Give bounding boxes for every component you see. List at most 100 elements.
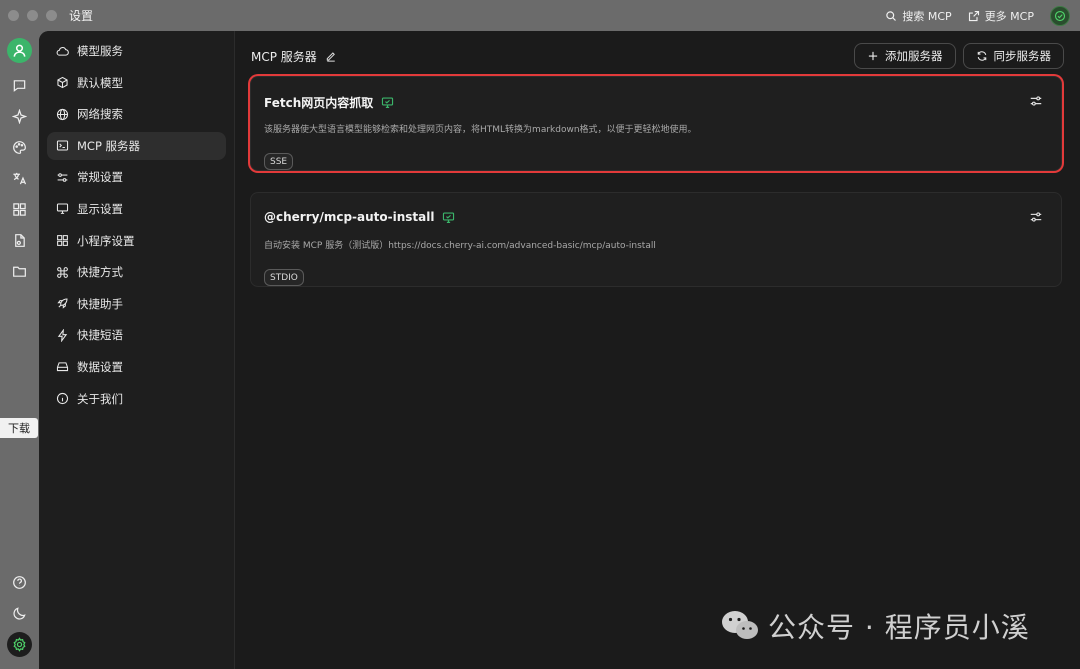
palette-icon <box>13 141 26 154</box>
settings-nav-button[interactable] <box>7 632 32 657</box>
nav-item-about-us[interactable]: 关于我们 <box>47 385 226 413</box>
folder-icon <box>13 266 26 277</box>
nav-item-label: 数据设置 <box>77 359 123 374</box>
more-mcp-button[interactable]: 更多 MCP <box>968 8 1034 24</box>
nav-item-display-settings[interactable]: 显示设置 <box>47 195 226 223</box>
help-icon <box>13 576 26 589</box>
server-name: @cherry/mcp-auto-install <box>264 210 435 224</box>
nav-item-label: 网络搜索 <box>77 107 123 122</box>
mcp-content-panel: MCP 服务器 添加服务器 同步服务器 Fetch网页内容抓取 该服务器使大型语… <box>235 31 1080 669</box>
translate-icon <box>13 172 27 185</box>
search-mcp-label: 搜索 MCP <box>902 9 952 23</box>
nav-item-miniapp-settings[interactable]: 小程序设置 <box>47 227 226 255</box>
nav-item-label: 小程序设置 <box>77 233 135 248</box>
nav-item-label: 显示设置 <box>77 201 123 216</box>
app-icon-bar: 下载 <box>0 31 39 669</box>
nav-item-default-model[interactable]: 默认模型 <box>47 69 226 97</box>
server-description: 自动安装 MCP 服务（测试版）https://docs.cherry-ai.c… <box>264 241 656 251</box>
help-button[interactable] <box>7 570 32 595</box>
chat-nav-button[interactable] <box>7 73 32 98</box>
nav-item-general-settings[interactable]: 常规设置 <box>47 163 226 191</box>
nav-item-quick-phrases[interactable]: 快捷短语 <box>47 321 226 349</box>
sync-servers-button[interactable]: 同步服务器 <box>962 43 1064 69</box>
sparkle-icon <box>12 109 27 124</box>
server-settings-icon[interactable] <box>1029 210 1043 224</box>
gear-icon <box>13 637 26 652</box>
nav-item-shortcuts[interactable]: 快捷方式 <box>47 258 226 286</box>
more-mcp-label: 更多 MCP <box>984 9 1034 23</box>
nav-item-data-settings[interactable]: 数据设置 <box>47 353 226 381</box>
rocket-icon <box>57 298 68 309</box>
nav-item-quick-assistant[interactable]: 快捷助手 <box>47 290 226 318</box>
plus-icon <box>868 51 878 61</box>
server-card-mcp-auto-install[interactable]: @cherry/mcp-auto-install 自动安装 MCP 服务（测试版… <box>250 192 1062 287</box>
grid-icon <box>57 235 68 246</box>
nav-item-label: MCP 服务器 <box>77 138 141 153</box>
page-title: MCP 服务器 <box>251 49 317 64</box>
bolt-icon <box>57 328 68 342</box>
mcp-status-button[interactable] <box>1050 5 1070 26</box>
minimize-window-button[interactable] <box>27 10 38 21</box>
server-active-icon <box>443 211 455 223</box>
terminal-icon <box>56 140 69 151</box>
nav-item-label: 快捷短语 <box>77 328 123 343</box>
check-circle-icon <box>1054 10 1066 21</box>
zoom-window-button[interactable] <box>46 10 57 21</box>
settings-sidebar: 模型服务 默认模型 网络搜索 MCP 服务器 常规设置 显示设置 小程序设置 快… <box>39 31 235 669</box>
server-name: Fetch网页内容抓取 <box>264 96 374 110</box>
server-active-icon <box>382 97 394 108</box>
nav-item-label: 默认模型 <box>77 75 123 90</box>
nav-item-label: 模型服务 <box>77 44 123 58</box>
watermark: 公众号 · 程序员小溪 <box>720 606 1030 646</box>
cube-icon <box>57 76 68 89</box>
refresh-icon <box>977 51 986 61</box>
server-card-fetch[interactable]: Fetch网页内容抓取 该服务器使大型语言模型能够检索和处理网页内容，将HTML… <box>250 76 1062 171</box>
grid-icon <box>13 203 26 216</box>
cloud-icon <box>56 46 69 56</box>
globe-icon <box>56 108 69 120</box>
window-controls <box>8 10 57 21</box>
command-icon <box>57 266 68 278</box>
nav-item-mcp-servers[interactable]: MCP 服务器 <box>47 131 226 160</box>
server-description: 该服务器使大型语言模型能够检索和处理网页内容，将HTML转换为markdown格… <box>264 125 697 135</box>
edit-icon[interactable] <box>325 50 337 62</box>
avatar[interactable] <box>7 38 32 63</box>
window-title: 设置 <box>69 9 94 23</box>
chat-icon <box>13 80 26 92</box>
wechat-icon <box>722 611 758 639</box>
nav-item-label: 常规设置 <box>77 170 123 185</box>
nav-item-label: 关于我们 <box>77 391 123 406</box>
moon-icon <box>13 607 26 620</box>
nav-item-model-service[interactable]: 模型服务 <box>47 37 226 65</box>
search-mcp-button[interactable]: 搜索 MCP <box>885 8 952 24</box>
drive-icon <box>56 362 69 372</box>
server-type-badge: STDIO <box>264 269 304 286</box>
server-settings-icon[interactable] <box>1029 94 1043 108</box>
nav-item-label: 快捷助手 <box>77 296 123 311</box>
external-link-icon <box>968 10 979 21</box>
user-icon <box>13 44 26 57</box>
title-bar: 设置 搜索 MCP 更多 MCP <box>0 0 1080 31</box>
watermark-text: 公众号 · 程序员小溪 <box>768 611 1030 644</box>
search-icon <box>886 10 897 21</box>
server-type-badge: SSE <box>264 153 294 170</box>
main-area: 模型服务 默认模型 网络搜索 MCP 服务器 常规设置 显示设置 小程序设置 快… <box>39 31 1080 669</box>
nav-item-web-search[interactable]: 网络搜索 <box>47 100 226 128</box>
monitor-icon <box>56 203 69 215</box>
theme-toggle-button[interactable] <box>7 601 32 626</box>
info-icon <box>56 392 69 405</box>
translate-nav-button[interactable] <box>7 166 32 191</box>
sliders-icon <box>57 173 68 182</box>
add-server-button[interactable]: 添加服务器 <box>854 43 956 69</box>
download-tag[interactable]: 下载 <box>0 418 38 438</box>
files-nav-button[interactable] <box>7 228 32 253</box>
close-window-button[interactable] <box>8 10 19 21</box>
folder-nav-button[interactable] <box>7 259 32 284</box>
file-icon <box>15 234 25 247</box>
paint-nav-button[interactable] <box>7 135 32 160</box>
apps-nav-button[interactable] <box>7 197 32 222</box>
add-server-label: 添加服务器 <box>885 49 943 63</box>
nav-item-label: 快捷方式 <box>77 265 123 280</box>
assistant-nav-button[interactable] <box>7 104 32 129</box>
sync-servers-label: 同步服务器 <box>993 49 1052 63</box>
